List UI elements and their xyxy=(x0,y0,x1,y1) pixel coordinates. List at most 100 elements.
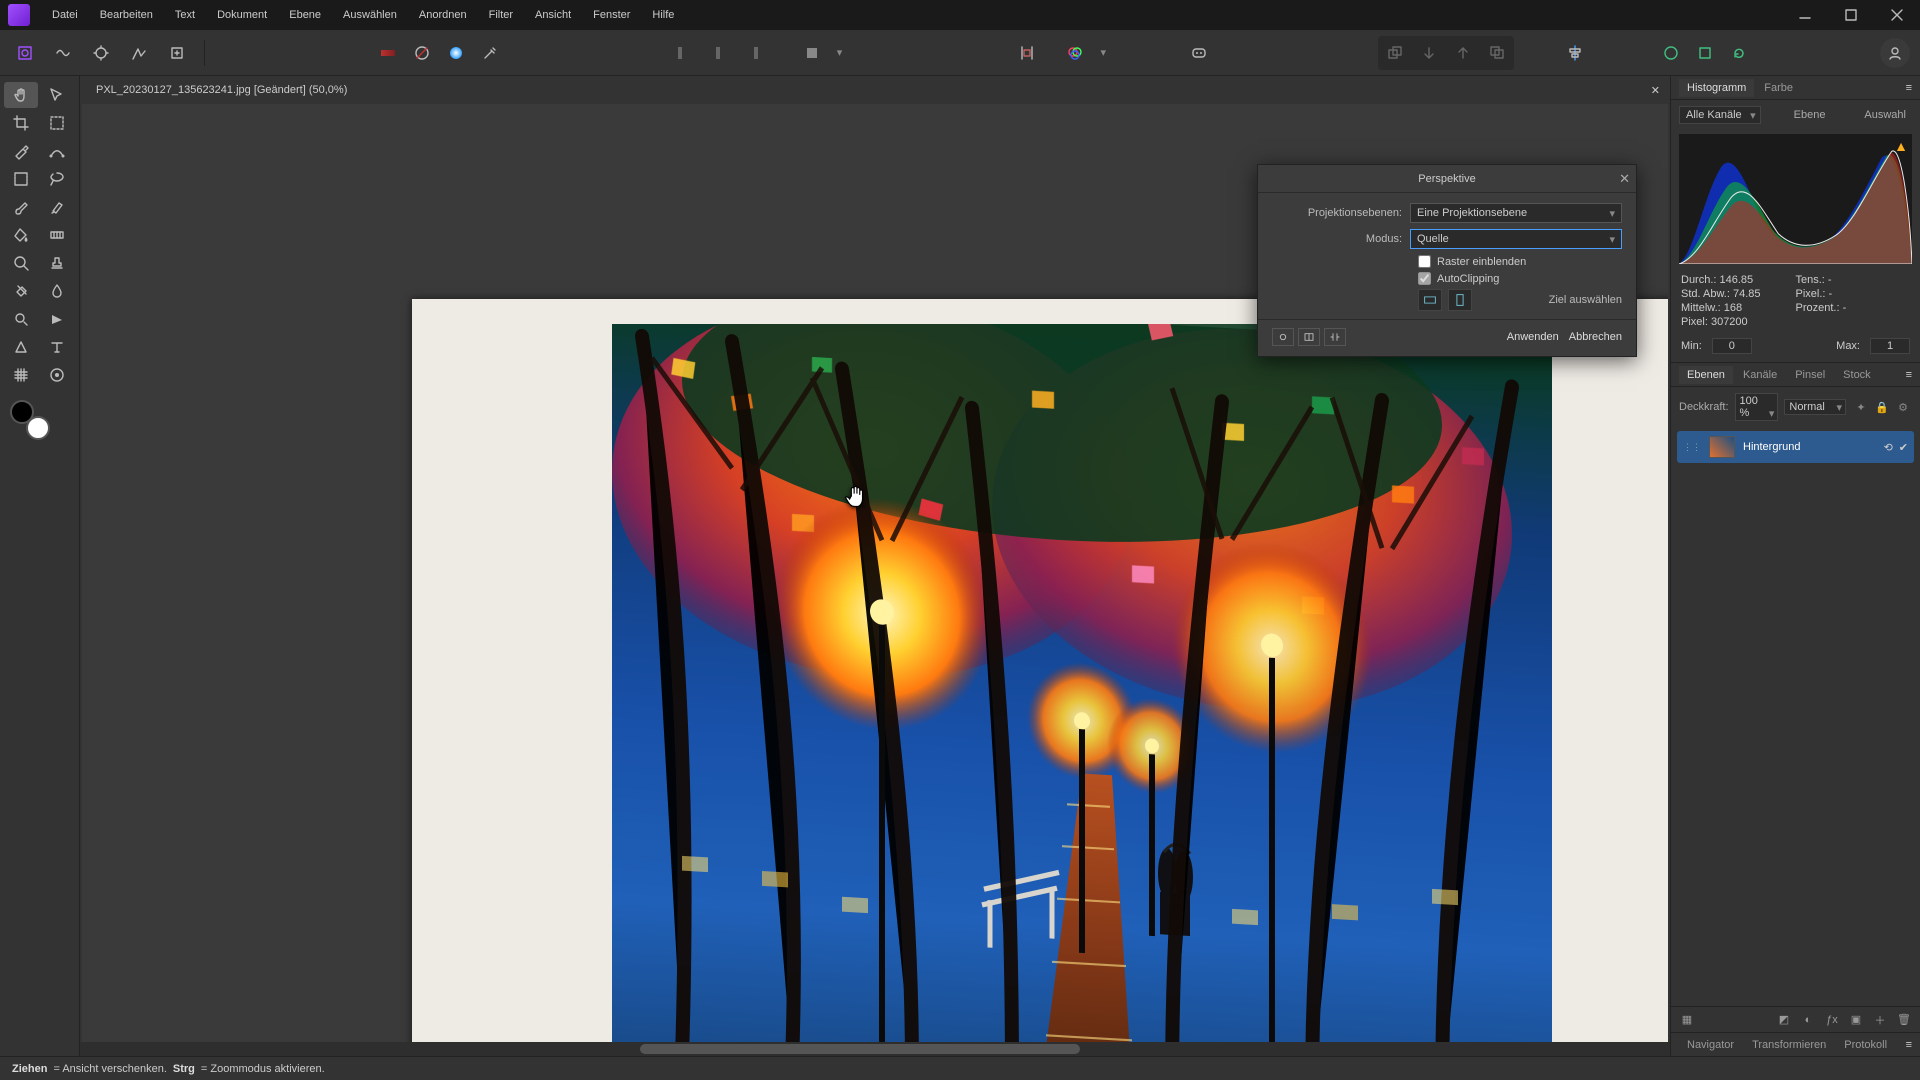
crop-preset-icon[interactable] xyxy=(797,38,827,68)
align-panel-icon[interactable] xyxy=(1560,38,1590,68)
snap-left-icon[interactable] xyxy=(669,38,699,68)
background-color[interactable] xyxy=(26,416,50,440)
menu-auswaehlen[interactable]: Auswählen xyxy=(333,5,407,25)
shape-tool-icon[interactable] xyxy=(40,306,74,332)
menu-dokument[interactable]: Dokument xyxy=(207,5,277,25)
menu-datei[interactable]: Datei xyxy=(42,5,88,25)
mirror-view-icon[interactable] xyxy=(1324,328,1346,346)
projection-select[interactable]: Eine Projektionsebene xyxy=(1410,203,1622,223)
gradient-swatch-icon[interactable] xyxy=(373,38,403,68)
panel-menu-icon[interactable]: ≡ xyxy=(1898,366,1920,384)
heal-tool-icon[interactable] xyxy=(4,278,38,304)
layer-adjust-icon[interactable]: ◐ xyxy=(1798,1010,1818,1030)
select-target-link[interactable]: Ziel auswählen xyxy=(1549,294,1622,306)
menu-anordnen[interactable]: Anordnen xyxy=(409,5,477,25)
account-icon[interactable] xyxy=(1880,38,1910,68)
tab-protokoll[interactable]: Protokoll xyxy=(1836,1036,1895,1054)
snap-right-icon[interactable] xyxy=(737,38,767,68)
tab-pinsel[interactable]: Pinsel xyxy=(1787,366,1833,384)
nofill-icon[interactable] xyxy=(407,38,437,68)
cancel-button[interactable]: Abbrechen xyxy=(1569,331,1622,343)
layer-add-icon[interactable]: ＋ xyxy=(1870,1010,1890,1030)
eyedropper-tool-icon[interactable] xyxy=(40,362,74,388)
layer-mask-icon[interactable]: ◩ xyxy=(1774,1010,1794,1030)
minimize-button[interactable] xyxy=(1782,0,1828,30)
layer-group-icon[interactable]: ▣ xyxy=(1846,1010,1866,1030)
sync-refresh-icon[interactable] xyxy=(1724,38,1754,68)
arrange-backward-icon[interactable] xyxy=(1414,38,1444,68)
move-tool-icon[interactable] xyxy=(40,82,74,108)
layer-row[interactable]: ⋮⋮ Hintergrund ⟲ ✔ xyxy=(1677,431,1914,463)
close-button[interactable] xyxy=(1874,0,1920,30)
stamp-tool-icon[interactable] xyxy=(40,250,74,276)
split-view-icon[interactable] xyxy=(1298,328,1320,346)
layer-delete-icon[interactable]: 🗑 xyxy=(1894,1010,1914,1030)
before-view-icon[interactable] xyxy=(1272,328,1294,346)
lasso-tool-icon[interactable] xyxy=(40,166,74,192)
hist-toggle-ebene[interactable]: Ebene xyxy=(1788,107,1832,123)
marquee-tool-icon[interactable] xyxy=(4,166,38,192)
vector-tool-icon[interactable] xyxy=(4,334,38,360)
eyedropper-icon[interactable] xyxy=(475,38,505,68)
layer-link-icon[interactable]: ⟲ xyxy=(1884,441,1893,454)
layer-grip-icon[interactable]: ⋮⋮ xyxy=(1683,442,1701,453)
menu-bearbeiten[interactable]: Bearbeiten xyxy=(90,5,163,25)
opacity-field[interactable]: 100 % xyxy=(1735,393,1779,421)
channels-select[interactable]: Alle Kanäle xyxy=(1679,106,1761,124)
quick-mask-icon[interactable] xyxy=(1184,38,1214,68)
persona-liquify-icon[interactable] xyxy=(48,38,78,68)
menu-fenster[interactable]: Fenster xyxy=(583,5,640,25)
hist-toggle-auswahl[interactable]: Auswahl xyxy=(1858,107,1912,123)
mode-select[interactable]: Quelle xyxy=(1410,229,1622,249)
arrange-forward-icon[interactable] xyxy=(1448,38,1478,68)
tab-stock[interactable]: Stock xyxy=(1835,366,1879,384)
snap-center-icon[interactable] xyxy=(703,38,733,68)
brush-tool-icon[interactable] xyxy=(4,194,38,220)
dropdown-icon[interactable]: ▾ xyxy=(831,38,849,68)
viewport[interactable]: Perspektive ✕ Projektionsebenen: Eine Pr… xyxy=(82,104,1668,1042)
color-wheel-icon[interactable] xyxy=(441,38,471,68)
tab-kanaele[interactable]: Kanäle xyxy=(1735,366,1785,384)
menu-ebene[interactable]: Ebene xyxy=(279,5,331,25)
pen-tool-icon[interactable] xyxy=(4,138,38,164)
node-tool-icon[interactable] xyxy=(40,138,74,164)
panel-menu-icon[interactable]: ≡ xyxy=(1898,79,1920,97)
dialog-close-icon[interactable]: ✕ xyxy=(1619,171,1630,187)
raster-checkbox[interactable]: Raster einblenden xyxy=(1418,255,1622,268)
zoom-tool-icon[interactable] xyxy=(4,250,38,276)
color-swatch[interactable] xyxy=(10,400,50,440)
align-distribute-icon[interactable] xyxy=(1012,38,1042,68)
mesh-tool-icon[interactable] xyxy=(4,362,38,388)
hand-tool-icon[interactable] xyxy=(4,82,38,108)
persona-photo-icon[interactable] xyxy=(10,38,40,68)
text-tool-icon[interactable] xyxy=(40,334,74,360)
blendmode-select[interactable]: Normal xyxy=(1784,399,1846,415)
layer-quick-fx-icon[interactable]: ✦ xyxy=(1852,398,1870,416)
horizontal-scrollbar[interactable] xyxy=(80,1042,1670,1056)
channels-mixer-icon[interactable] xyxy=(1060,38,1090,68)
layer-settings-icon[interactable]: ⚙ xyxy=(1894,398,1912,416)
max-input[interactable] xyxy=(1870,338,1910,354)
document-close-icon[interactable]: ✕ xyxy=(1651,85,1660,97)
layer-lock-icon[interactable]: 🔒 xyxy=(1873,398,1891,416)
menu-ansicht[interactable]: Ansicht xyxy=(525,5,581,25)
apply-button[interactable]: Anwenden xyxy=(1507,331,1559,343)
menu-text[interactable]: Text xyxy=(165,5,205,25)
arrange-front-icon[interactable] xyxy=(1482,38,1512,68)
align-horizontal-icon[interactable] xyxy=(1418,289,1442,311)
tab-histogramm[interactable]: Histogramm xyxy=(1679,79,1754,97)
gradient-tool-icon[interactable] xyxy=(40,222,74,248)
layer-fx-icon[interactable]: ƒx xyxy=(1822,1010,1842,1030)
sync-cloud-icon[interactable] xyxy=(1656,38,1686,68)
blur-tool-icon[interactable] xyxy=(40,278,74,304)
persona-export-icon[interactable] xyxy=(162,38,192,68)
tab-farbe[interactable]: Farbe xyxy=(1756,79,1801,97)
persona-tone-icon[interactable] xyxy=(124,38,154,68)
sync-upload-icon[interactable] xyxy=(1690,38,1720,68)
paint-brush-tool-icon[interactable] xyxy=(40,194,74,220)
layer-merge-icon[interactable]: ▦ xyxy=(1677,1010,1697,1030)
layer-visible-icon[interactable]: ✔ xyxy=(1899,441,1908,454)
maximize-button[interactable] xyxy=(1828,0,1874,30)
document-tab[interactable]: PXL_20230127_135623241.jpg [Geändert] (5… xyxy=(86,80,357,100)
arrange-back-icon[interactable] xyxy=(1380,38,1410,68)
